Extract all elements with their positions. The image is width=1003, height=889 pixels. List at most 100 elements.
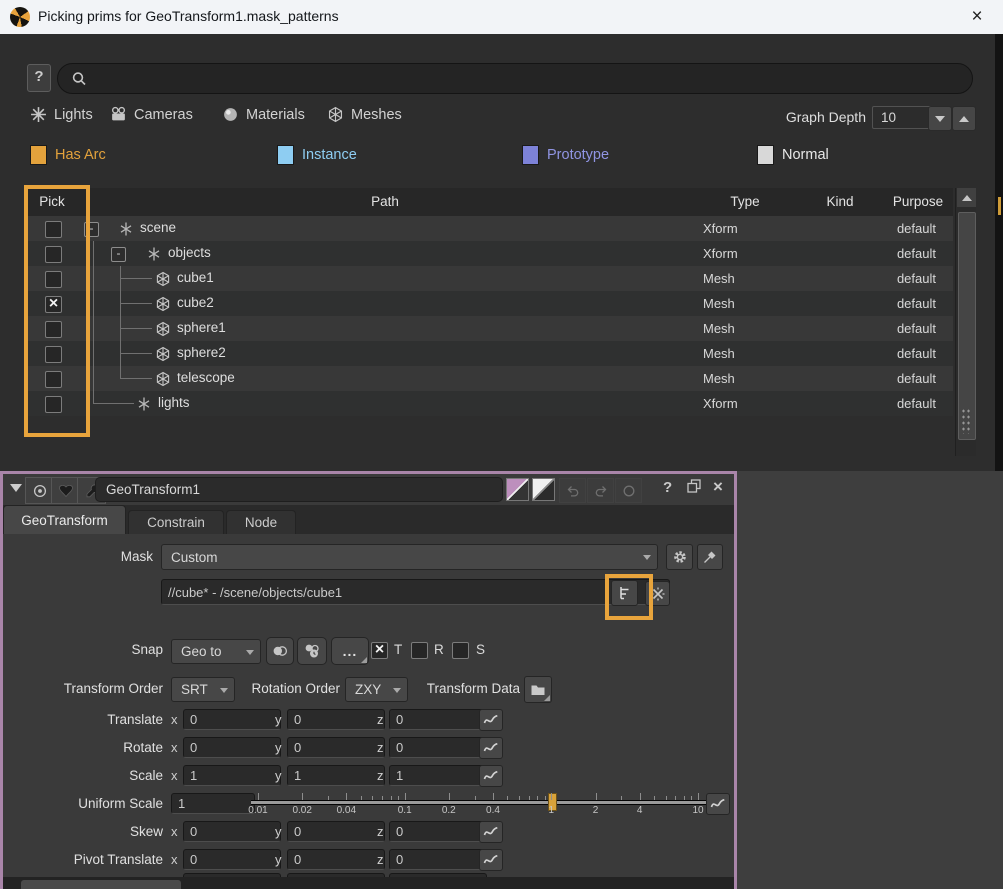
clear-pattern-button[interactable] — [645, 581, 670, 606]
snap-animated-button[interactable] — [297, 637, 327, 665]
next-panel-tab[interactable] — [21, 880, 181, 889]
filter-lights-toggle[interactable]: Lights — [30, 106, 93, 123]
skew-row: Skewxyz — [3, 819, 734, 845]
rotation-order-label: Rotation Order — [180, 681, 340, 696]
slider-tick-label: 0.01 — [248, 805, 267, 816]
translate-z-field[interactable] — [389, 709, 487, 730]
snap-geo-button[interactable] — [266, 637, 294, 665]
axis-y-label: y — [275, 740, 282, 755]
pick-prims-tree-button[interactable] — [611, 580, 638, 606]
pivot-translate-y-field[interactable] — [287, 849, 385, 870]
search-input[interactable] — [95, 70, 939, 88]
tab-node[interactable]: Node — [226, 510, 296, 534]
table-row-telescope[interactable]: telescopeMeshdefault — [24, 366, 953, 391]
graph-depth-increment-button[interactable] — [952, 106, 976, 131]
scale-y-field[interactable] — [287, 765, 385, 786]
window-close-button[interactable]: × — [964, 4, 990, 30]
tab-geotransform[interactable]: GeoTransform — [3, 505, 126, 534]
table-row-cube2[interactable]: ×cube2Meshdefault — [24, 291, 953, 316]
scrollbar-up-button[interactable] — [957, 188, 976, 207]
pick-checkbox[interactable] — [45, 246, 62, 263]
node-name-field[interactable] — [95, 477, 503, 502]
pick-checkbox[interactable] — [45, 396, 62, 413]
snap-more-button[interactable]: ... — [331, 637, 369, 665]
mask-settings-button[interactable] — [666, 544, 693, 570]
snap-r-checkbox[interactable] — [411, 642, 428, 659]
table-row-lights[interactable]: lightsXformdefault — [24, 391, 953, 416]
edge-marker — [998, 197, 1001, 215]
redo-icon — [593, 483, 609, 499]
skew-y-field[interactable] — [287, 821, 385, 842]
mesh-icon — [155, 321, 171, 337]
uniform-scale-slider[interactable]: 0.010.020.040.10.20.412410 — [248, 791, 718, 817]
animation-curve-button[interactable] — [479, 849, 503, 871]
tab-constrain[interactable]: Constrain — [128, 510, 224, 534]
pick-checkbox[interactable] — [45, 371, 62, 388]
skew-z-field[interactable] — [389, 821, 487, 842]
snap-t-checkbox[interactable]: × — [371, 642, 388, 659]
tree-connector — [93, 241, 94, 404]
skew-x-field[interactable] — [183, 821, 281, 842]
pick-checkbox[interactable] — [45, 321, 62, 338]
gl-color-swatch-button[interactable] — [532, 478, 555, 501]
table-row-sphere1[interactable]: sphere1Meshdefault — [24, 316, 953, 341]
rotate-x-field[interactable] — [183, 737, 281, 758]
search-field[interactable] — [57, 63, 973, 94]
pivot-translate-z-field[interactable] — [389, 849, 487, 870]
undo-button — [559, 478, 586, 503]
mask-dropdown[interactable]: Custom — [161, 544, 658, 570]
pick-checkbox[interactable] — [45, 221, 62, 238]
mask-pattern-field[interactable] — [161, 579, 670, 605]
animation-curve-button[interactable] — [479, 709, 503, 731]
table-row-cube1[interactable]: cube1Meshdefault — [24, 266, 953, 291]
scale-x-field[interactable] — [183, 765, 281, 786]
tree-expander[interactable]: - — [111, 247, 126, 262]
help-button[interactable]: ? — [27, 64, 51, 92]
translate-y-field[interactable] — [287, 709, 385, 730]
pattern-row — [3, 579, 734, 607]
collapse-panel-button[interactable] — [10, 484, 22, 498]
node-indicator-button[interactable] — [25, 477, 54, 504]
transform-data-label: Transform Data — [360, 681, 520, 696]
rotate-z-field[interactable] — [389, 737, 487, 758]
node-color-swatch-button[interactable] — [506, 478, 529, 501]
rotate-y-field[interactable] — [287, 737, 385, 758]
panel-help-button[interactable]: ? — [663, 479, 672, 496]
circle-icon — [621, 483, 637, 499]
tree-connector — [120, 278, 152, 279]
eyedropper-icon — [702, 549, 718, 565]
table-row-objects[interactable]: -objectsXformdefault — [24, 241, 953, 266]
scrollbar-thumb[interactable] — [958, 212, 976, 440]
node-glyph-button[interactable] — [51, 477, 80, 504]
snap-dropdown[interactable]: Geo to — [171, 639, 261, 664]
vertical-scrollbar[interactable] — [955, 188, 976, 456]
axis-z-label: z — [377, 712, 384, 727]
scale-z-field[interactable] — [389, 765, 487, 786]
axis-x-label: x — [171, 852, 178, 867]
translate-x-field[interactable] — [183, 709, 281, 730]
slider-tick — [666, 796, 667, 800]
animation-curve-button[interactable] — [479, 737, 503, 759]
uniform-scale-curve-button[interactable] — [706, 793, 730, 815]
filter-cameras-toggle[interactable]: Cameras — [110, 106, 193, 123]
filter-meshes-toggle[interactable]: Meshes — [327, 106, 402, 123]
pick-checkbox[interactable]: × — [45, 296, 62, 313]
panel-close-button[interactable]: × — [713, 477, 723, 497]
pick-checkbox[interactable] — [45, 271, 62, 288]
tree-expander[interactable]: - — [84, 222, 99, 237]
snap-s-checkbox[interactable] — [452, 642, 469, 659]
float-window-button[interactable] — [686, 478, 702, 498]
transform-data-folder-button[interactable] — [524, 676, 552, 703]
snap-dropdown-value: Geo to — [181, 644, 222, 659]
animation-curve-button[interactable] — [479, 821, 503, 843]
chevron-down-icon — [643, 555, 651, 564]
animation-curve-button[interactable] — [479, 765, 503, 787]
pick-checkbox[interactable] — [45, 346, 62, 363]
graph-depth-decrement-button[interactable] — [928, 106, 952, 131]
mask-eyedropper-button[interactable] — [697, 544, 723, 570]
pivot-translate-x-field[interactable] — [183, 849, 281, 870]
filter-materials-toggle[interactable]: Materials — [222, 106, 305, 123]
uniform-scale-field[interactable] — [171, 793, 255, 814]
table-row-scene[interactable]: -sceneXformdefault — [24, 216, 953, 241]
table-row-sphere2[interactable]: sphere2Meshdefault — [24, 341, 953, 366]
